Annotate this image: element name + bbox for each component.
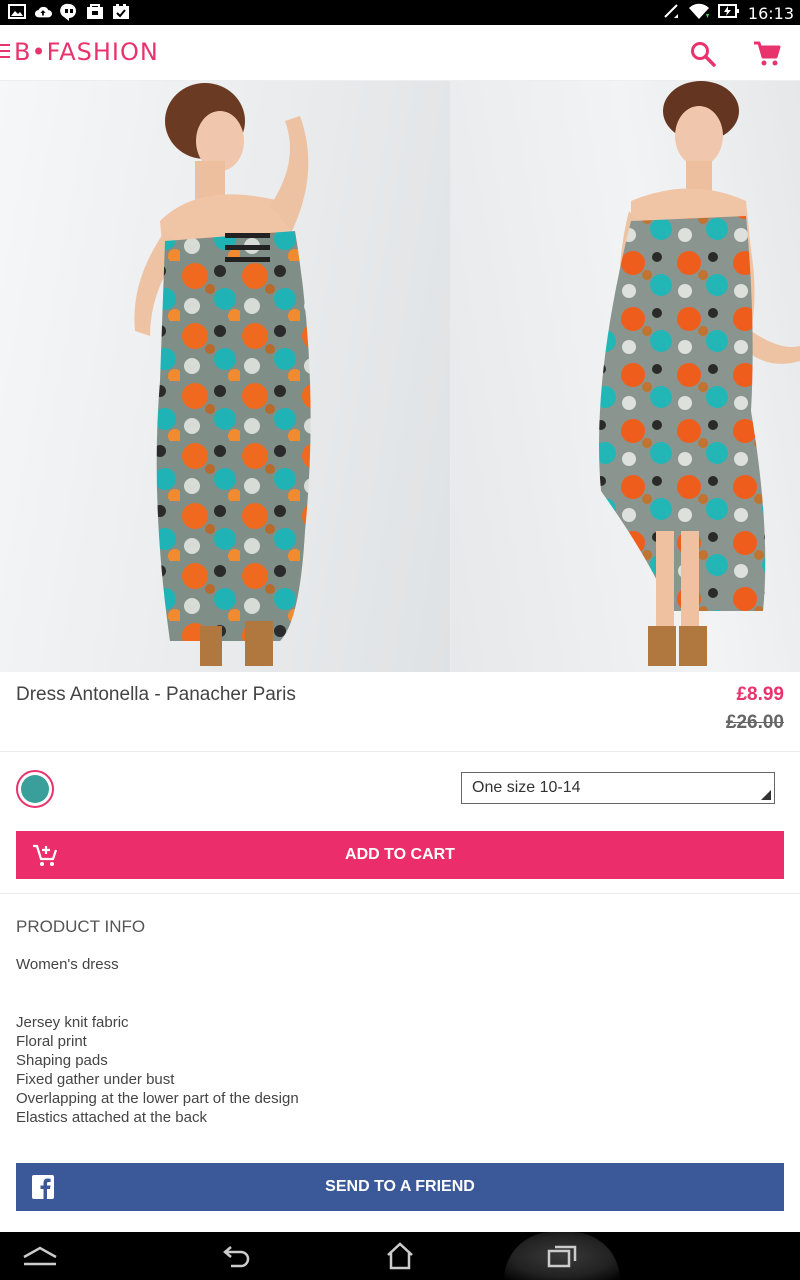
search-icon [691, 42, 716, 67]
home-icon [387, 1242, 413, 1270]
product-name: Dress Antonella - Panacher Paris [16, 684, 296, 705]
clock: 16:13 [747, 4, 794, 23]
system-nav-bar [0, 1232, 800, 1280]
product-info-section: PRODUCT INFO Women's dress Jersey knit f… [0, 895, 800, 1145]
add-to-cart-button[interactable]: ADD TO CART [16, 831, 784, 879]
product-options: One size 10-14 ADD TO CART [0, 752, 800, 894]
collapse-up-icon [23, 1246, 57, 1266]
product-photo-back[interactable] [0, 81, 450, 672]
cart-icon [754, 41, 781, 66]
add-to-cart-label: ADD TO CART [345, 846, 455, 863]
recent-apps-icon [547, 1245, 577, 1268]
back-button[interactable] [208, 1238, 268, 1274]
hangouts-icon [60, 3, 78, 21]
search-button[interactable] [686, 37, 720, 71]
color-swatch[interactable] [16, 770, 54, 808]
product-info-subtitle: Women's dress [16, 956, 119, 973]
send-to-friend-button[interactable]: SEND TO A FRIEND [16, 1163, 784, 1211]
color-swatch-fill [21, 775, 49, 803]
feature-item: Jersey knit fabric [16, 1014, 129, 1031]
product-gallery[interactable] [0, 81, 800, 672]
battery-charging-icon [717, 2, 740, 25]
recent-apps-button[interactable] [532, 1238, 592, 1274]
feature-item: Shaping pads [16, 1052, 108, 1069]
feature-item: Overlapping at the lower part of the des… [16, 1090, 299, 1107]
notification-icons [8, 3, 130, 21]
feature-item: Fixed gather under bust [16, 1071, 175, 1088]
home-button[interactable] [370, 1238, 430, 1274]
send-to-friend-label: SEND TO A FRIEND [325, 1178, 475, 1195]
task-check-icon [112, 3, 130, 20]
original-price: £26.00 [725, 712, 784, 733]
system-icons: 16:13 [662, 2, 794, 25]
brand-logo[interactable]: B•FASHION [14, 38, 159, 66]
shopping-bag-icon [86, 3, 104, 20]
menu-icon[interactable] [0, 44, 12, 60]
wifi-icon [688, 2, 710, 25]
collapse-up-button[interactable] [10, 1238, 70, 1274]
current-price: £8.99 [736, 684, 784, 705]
feature-list: Jersey knit fabric Floral print Shaping … [16, 1013, 299, 1127]
image-icon [8, 3, 26, 20]
size-select[interactable]: One size 10-14 [461, 772, 775, 804]
cloud-upload-icon [34, 3, 52, 20]
cart-button[interactable] [750, 37, 784, 71]
add-to-cart-icon [32, 843, 58, 872]
status-bar: 16:13 [0, 0, 800, 25]
dropdown-arrow-icon [761, 790, 771, 800]
feature-item: Floral print [16, 1033, 87, 1050]
mute-icon [662, 2, 680, 25]
product-info-heading: PRODUCT INFO [16, 917, 146, 936]
size-selected-value: One size 10-14 [472, 779, 581, 796]
app-header: B•FASHION [0, 25, 800, 81]
feature-item: Elastics attached at the back [16, 1109, 207, 1126]
facebook-icon [32, 1175, 54, 1204]
product-title-row: Dress Antonella - Panacher Paris £8.99 £… [0, 672, 800, 752]
product-photo-front[interactable] [451, 81, 800, 672]
back-icon [223, 1246, 250, 1268]
